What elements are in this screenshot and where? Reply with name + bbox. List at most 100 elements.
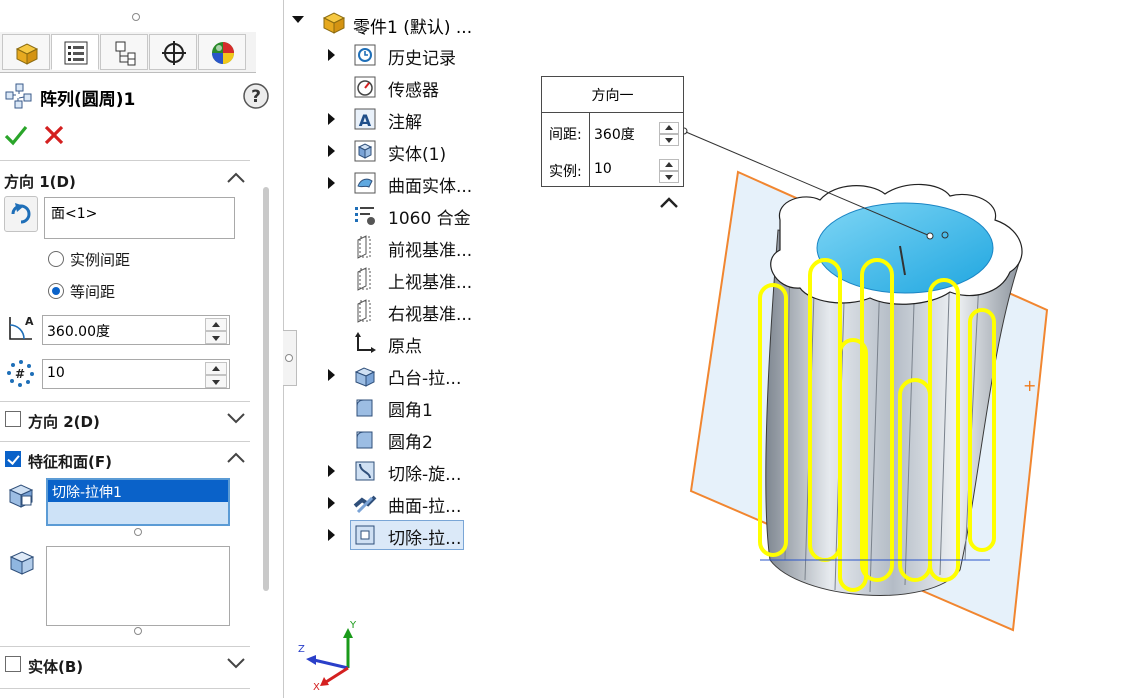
callout-count-down[interactable] [659, 171, 679, 183]
tree-item[interactable]: 圆角2 [330, 425, 480, 455]
direction1-section-header[interactable]: 方向 1(D) [0, 163, 250, 197]
tree-item-label: 前视基准... [388, 241, 473, 261]
tree-item[interactable]: 原点 [330, 329, 480, 359]
feature-item-label: 切除-拉伸1 [52, 485, 122, 501]
instance-count-input[interactable]: 10 [42, 359, 230, 389]
list-resize-grip[interactable] [134, 627, 142, 635]
features-faces-checkbox[interactable] [5, 451, 21, 467]
tree-item[interactable]: 1060 合金 [330, 201, 480, 231]
history-icon [354, 44, 376, 66]
callout-count-up[interactable] [659, 159, 679, 171]
root-collapse-arrow[interactable] [292, 16, 304, 23]
plane-icon [357, 267, 371, 291]
features-list-item[interactable]: 切除-拉伸1 [48, 480, 228, 502]
svg-text:A: A [25, 315, 34, 328]
tree-item[interactable]: 凸台-拉... [328, 361, 480, 391]
bodies-checkbox[interactable] [5, 656, 21, 672]
features-faces-section-header[interactable]: 特征和面(F) [0, 443, 250, 477]
dimxpert-tab[interactable] [149, 34, 197, 70]
callout-count-value[interactable]: 10 [594, 161, 612, 177]
tree-item-label: 注解 [388, 113, 422, 133]
annotation-icon: A [354, 108, 376, 130]
angle-input[interactable]: 360.00度 [42, 315, 230, 345]
help-icon[interactable]: ? [242, 82, 270, 110]
tree-item-label: 原点 [388, 337, 422, 357]
tree-item[interactable]: 曲面实体... [328, 169, 480, 199]
instance-spacing-radio[interactable] [48, 251, 64, 267]
count-spin-up[interactable] [205, 362, 227, 375]
expand-arrow-icon[interactable] [328, 177, 335, 189]
expand-arrow-icon[interactable] [328, 49, 335, 61]
panel-resize-grip[interactable] [132, 13, 140, 21]
callout-spacing-down[interactable] [659, 134, 679, 146]
direction-reference-field[interactable]: 面<1> [44, 197, 235, 239]
close-icon[interactable] [43, 125, 65, 145]
callout-spacing-label: 间距: [549, 127, 582, 143]
bodies-title: 实体(B) [28, 658, 84, 676]
tree-root-label[interactable]: 零件1 (默认) ... [353, 13, 472, 38]
count-spin-down[interactable] [205, 375, 227, 388]
callout-spacing-value[interactable]: 360度 [594, 124, 635, 144]
direction1-title: 方向 1(D) [4, 173, 76, 191]
cut-revolve-icon [355, 461, 375, 481]
expand-arrow-icon[interactable] [328, 113, 335, 125]
expand-arrow-icon[interactable] [328, 529, 335, 541]
callout-collapse-chevron-icon[interactable] [659, 196, 679, 210]
angle-spin-down[interactable] [205, 331, 227, 344]
tree-item[interactable]: 前视基准... [330, 233, 480, 263]
tree-item-label: 圆角1 [388, 401, 433, 421]
direction2-checkbox[interactable] [5, 411, 21, 427]
reverse-direction-button[interactable] [4, 196, 38, 232]
expand-arrow-icon[interactable] [328, 369, 335, 381]
featuremanager-tab[interactable] [2, 34, 50, 70]
tree-item-label: 实体(1) [388, 145, 447, 165]
tree-item-label: 曲面实体... [388, 177, 473, 197]
chevron-up-icon[interactable] [226, 451, 246, 465]
direction2-section-header[interactable]: 方向 2(D) [0, 403, 250, 437]
tree-item[interactable]: 切除-旋... [328, 457, 480, 487]
list-resize-grip[interactable] [134, 528, 142, 536]
expand-arrow-icon[interactable] [328, 465, 335, 477]
tree-item-label: 切除-旋... [388, 465, 462, 485]
tree-item[interactable]: 上视基准... [330, 265, 480, 295]
angle-spin-up[interactable] [205, 318, 227, 331]
tree-item[interactable]: 圆角1 [330, 393, 480, 423]
features-faces-title: 特征和面(F) [28, 453, 112, 471]
faces-list[interactable] [46, 546, 230, 626]
fillet-icon [356, 399, 373, 417]
expand-arrow-icon[interactable] [328, 145, 335, 157]
tree-item[interactable]: 历史记录 [328, 41, 480, 71]
bodies-section-header[interactable]: 实体(B) [0, 648, 250, 682]
chevron-down-icon[interactable] [226, 656, 246, 670]
tree-item[interactable]: 切除-拉... [328, 520, 480, 551]
chevron-down-icon[interactable] [226, 411, 246, 425]
configuration-tab[interactable] [100, 34, 148, 70]
boss-extrude-icon [354, 367, 376, 387]
propertymanager-tab[interactable] [51, 34, 99, 70]
tree-item[interactable]: 传感器 [330, 73, 480, 103]
angle-value: 360.00度 [47, 324, 110, 340]
property-manager: 阵列(圆周)1 ? 方向 1(D) 面<1> 实例间距 等间距 A 360.00… [0, 0, 284, 698]
equal-spacing-label: 等间距 [70, 283, 116, 301]
feature-title: 阵列(圆周)1 [40, 90, 136, 110]
appearance-tab[interactable] [198, 34, 246, 70]
equal-spacing-radio[interactable] [48, 283, 64, 299]
direction-reference-value: 面<1> [51, 206, 98, 222]
tree-item[interactable]: 实体(1) [328, 137, 480, 167]
svg-text:#: # [15, 367, 25, 381]
tree-item[interactable]: 曲面-拉... [328, 489, 480, 519]
tree-item[interactable]: A 注解 [328, 105, 480, 135]
surface-extrude-icon [353, 495, 377, 514]
tree-item-label: 圆角2 [388, 433, 433, 453]
tree-item[interactable]: 右视基准... [330, 297, 480, 327]
check-icon[interactable] [4, 124, 28, 146]
expand-arrow-icon[interactable] [328, 497, 335, 509]
scrollbar-thumb[interactable] [263, 187, 269, 591]
property-list-icon [64, 41, 88, 65]
chevron-up-icon[interactable] [226, 171, 246, 185]
appearance-sphere-icon [212, 42, 234, 64]
tree-item-label: 右视基准... [388, 305, 473, 325]
configuration-icon [115, 41, 136, 66]
features-list[interactable]: 切除-拉伸1 [46, 478, 230, 526]
callout-spacing-up[interactable] [659, 122, 679, 134]
